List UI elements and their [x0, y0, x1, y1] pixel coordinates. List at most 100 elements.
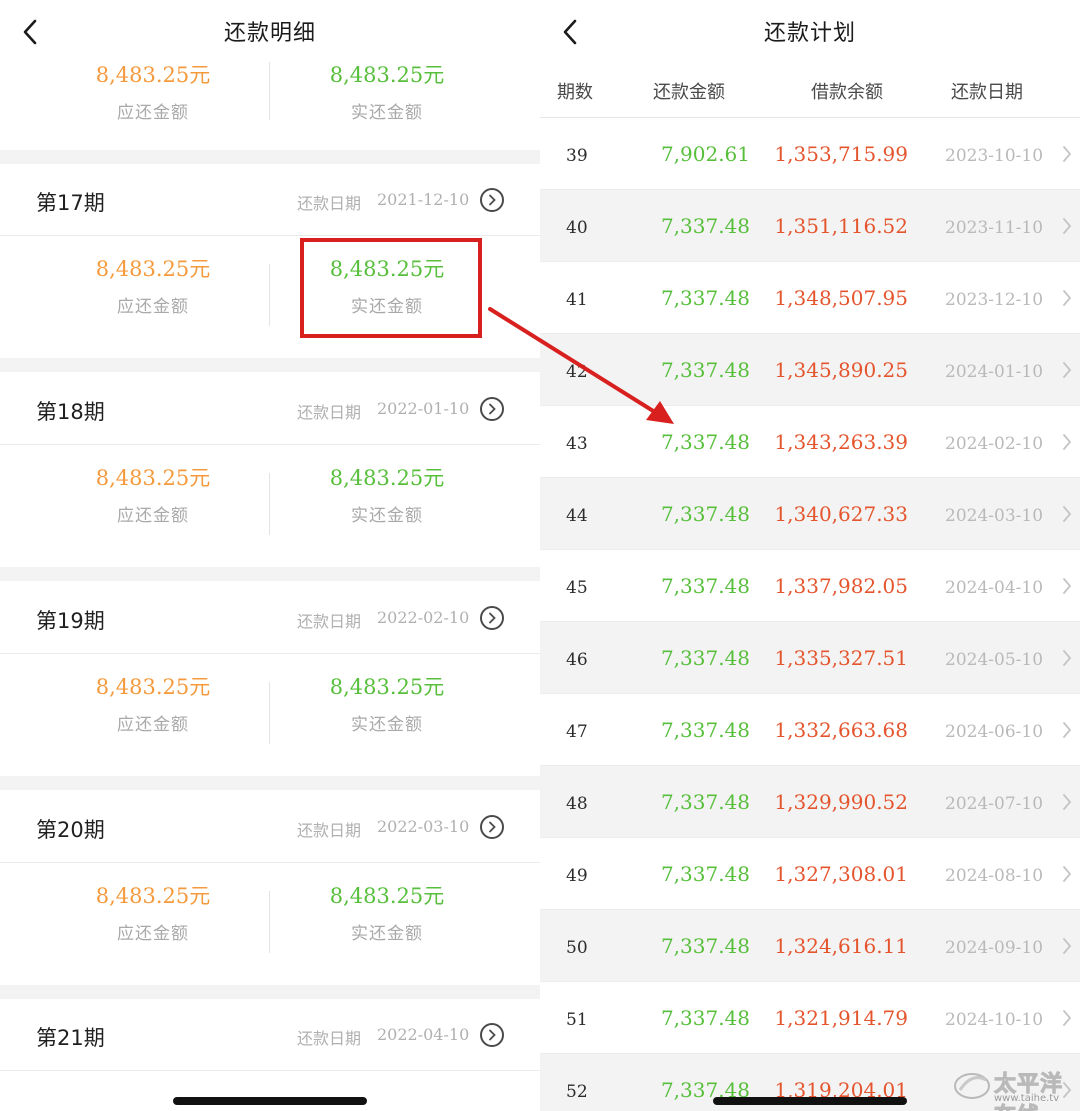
table-row[interactable]: 45 7,337.48 1,337,982.05 2024-04-10: [540, 550, 1080, 622]
period-cell: 42: [566, 362, 588, 382]
date-cell: 2024-06-10: [945, 722, 1044, 742]
home-indicator[interactable]: [713, 1097, 907, 1105]
chevron-left-icon: [563, 19, 577, 45]
table-row[interactable]: 39 7,902.61 1,353,715.99 2023-10-10: [540, 118, 1080, 190]
period-cell: 49: [566, 866, 588, 886]
watermark-logo-icon: [954, 1073, 990, 1099]
due-amount: 8,483.25元: [95, 675, 211, 699]
date-cell: 2024-08-10: [945, 866, 1044, 886]
watermark-url: www.taihe.tv: [994, 1093, 1060, 1104]
table-row[interactable]: 44 7,337.48 1,340,627.33 2024-03-10: [540, 478, 1080, 550]
chevron-right-icon: [1063, 722, 1072, 738]
amount-cell: 7,902.61: [660, 142, 750, 166]
table-row[interactable]: 49 7,337.48 1,327,308.01 2024-08-10: [540, 838, 1080, 910]
period-cell: 51: [566, 1010, 588, 1030]
paid-amount-label: 实还金额: [351, 715, 423, 735]
table-row[interactable]: 51 7,337.48 1,321,914.79 2024-10-10: [540, 982, 1080, 1054]
chevron-right-circle-icon[interactable]: [480, 397, 504, 421]
repayment-date-label: 还款日期: [297, 1029, 362, 1048]
table-row[interactable]: 41 7,337.48 1,348,507.95 2023-12-10: [540, 262, 1080, 334]
chevron-right-icon: [1063, 866, 1072, 882]
due-amount: 8,483.25元: [95, 466, 211, 490]
repayment-date-label: 还款日期: [297, 821, 362, 840]
period-cell: 48: [566, 794, 588, 814]
amount-cell: 7,337.48: [660, 286, 750, 310]
amount-cell: 7,337.48: [660, 214, 750, 238]
due-amount-label: 应还金额: [117, 297, 189, 317]
period-cell: 52: [566, 1082, 588, 1102]
period-header[interactable]: 第21期 还款日期 2022-04-10: [0, 999, 540, 1071]
amount-cell: 7,337.48: [660, 862, 750, 886]
date-cell: 2023-11-10: [945, 218, 1044, 238]
chevron-left-icon: [23, 19, 37, 45]
due-amount-label: 应还金额: [117, 506, 189, 526]
date-cell: 2024-02-10: [945, 434, 1044, 454]
table-row[interactable]: 50 7,337.48 1,324,616.11 2024-09-10: [540, 910, 1080, 982]
period-header[interactable]: 第18期 还款日期 2022-01-10: [0, 373, 540, 445]
due-amount-label: 应还金额: [117, 715, 189, 735]
due-amount-cell: 8,483.25元 应还金额: [18, 447, 288, 551]
date-cell: 2024-04-10: [945, 578, 1044, 598]
back-button[interactable]: [10, 10, 50, 54]
balance-cell: 1,343,263.39: [774, 430, 908, 454]
repayment-date: 2022-03-10: [377, 817, 470, 836]
balance-cell: 1,335,327.51: [774, 646, 908, 670]
period-name: 第19期: [36, 609, 105, 633]
period-cell: 43: [566, 434, 588, 454]
page-title: 还款明细: [223, 21, 316, 46]
amount-cell: 7,337.48: [660, 1006, 750, 1030]
table-row[interactable]: 43 7,337.48 1,343,263.39 2024-02-10: [540, 406, 1080, 478]
period-header[interactable]: 第20期 还款日期 2022-03-10: [0, 791, 540, 863]
period-cell: 44: [566, 506, 588, 526]
paid-amount: 8,483.25元: [329, 63, 445, 87]
table-row[interactable]: 48 7,337.48 1,329,990.52 2024-07-10: [540, 766, 1080, 838]
balance-cell: 1,351,116.52: [774, 214, 908, 238]
repayment-date: 2022-01-10: [377, 399, 470, 418]
chevron-right-circle-icon[interactable]: [480, 815, 504, 839]
paid-amount: 8,483.25元: [329, 466, 445, 490]
watermark: 太平洋在线 www.taihe.tv: [950, 1066, 1076, 1111]
home-indicator[interactable]: [173, 1097, 367, 1105]
back-button[interactable]: [550, 10, 590, 54]
period-cell: 40: [566, 218, 588, 238]
page-title: 还款计划: [763, 21, 856, 46]
due-amount: 8,483.25元: [95, 63, 211, 87]
amount-cell: 7,337.48: [660, 574, 750, 598]
chevron-right-circle-icon[interactable]: [480, 1023, 504, 1047]
date-cell: 2023-10-10: [945, 146, 1044, 166]
amount-cell: 7,337.48: [660, 358, 750, 382]
balance-cell: 1,327,308.01: [774, 862, 908, 886]
amount-row: 8,483.25元 应还金额 8,483.25元 实还金额: [0, 865, 540, 969]
period-header[interactable]: 第19期 还款日期 2022-02-10: [0, 582, 540, 654]
period-cell: 47: [566, 722, 588, 742]
paid-amount-cell: 8,483.25元 实还金额: [252, 447, 522, 551]
date-cell: 2023-12-10: [945, 290, 1044, 310]
paid-amount-cell: 8,483.25元 实还金额: [252, 656, 522, 760]
due-amount-cell: 8,483.25元 应还金额: [18, 865, 288, 969]
repayment-date: 2022-04-10: [377, 1025, 470, 1044]
table-row[interactable]: 47 7,337.48 1,332,663.68 2024-06-10: [540, 694, 1080, 766]
repayment-date-label: 还款日期: [297, 194, 362, 213]
table-row[interactable]: 40 7,337.48 1,351,116.52 2023-11-10: [540, 190, 1080, 262]
due-amount-label: 应还金额: [117, 924, 189, 944]
period-cell: 50: [566, 938, 588, 958]
paid-amount-label: 实还金额: [351, 924, 423, 944]
repayment-plan-screen: 还款计划 期数 还款金额 借款余额 还款日期 39 7,902.61 1,353,7…: [540, 0, 1080, 1111]
date-cell: 2024-07-10: [945, 794, 1044, 814]
amount-row: 8,483.25元 应还金额 8,483.25元 实还金额: [0, 656, 540, 760]
balance-cell: 1,321,914.79: [774, 1006, 908, 1030]
period-header[interactable]: 第17期 还款日期 2021-12-10: [0, 164, 540, 236]
table-row[interactable]: 42 7,337.48 1,345,890.25 2024-01-10: [540, 334, 1080, 406]
chevron-right-icon: [1063, 434, 1072, 450]
balance-cell: 1,329,990.52: [774, 790, 908, 814]
chevron-right-circle-icon[interactable]: [480, 188, 504, 212]
paid-amount: 8,483.25元: [329, 675, 445, 699]
chevron-right-icon: [1063, 578, 1072, 594]
period-name: 第17期: [36, 191, 105, 215]
balance-cell: 1,337,982.05: [774, 574, 908, 598]
chevron-right-circle-icon[interactable]: [480, 606, 504, 630]
amount-cell: 7,337.48: [660, 718, 750, 742]
amount-cell: 7,337.48: [660, 430, 750, 454]
paid-amount-cell: 8,483.25元 实还金额: [252, 865, 522, 969]
table-row[interactable]: 46 7,337.48 1,335,327.51 2024-05-10: [540, 622, 1080, 694]
